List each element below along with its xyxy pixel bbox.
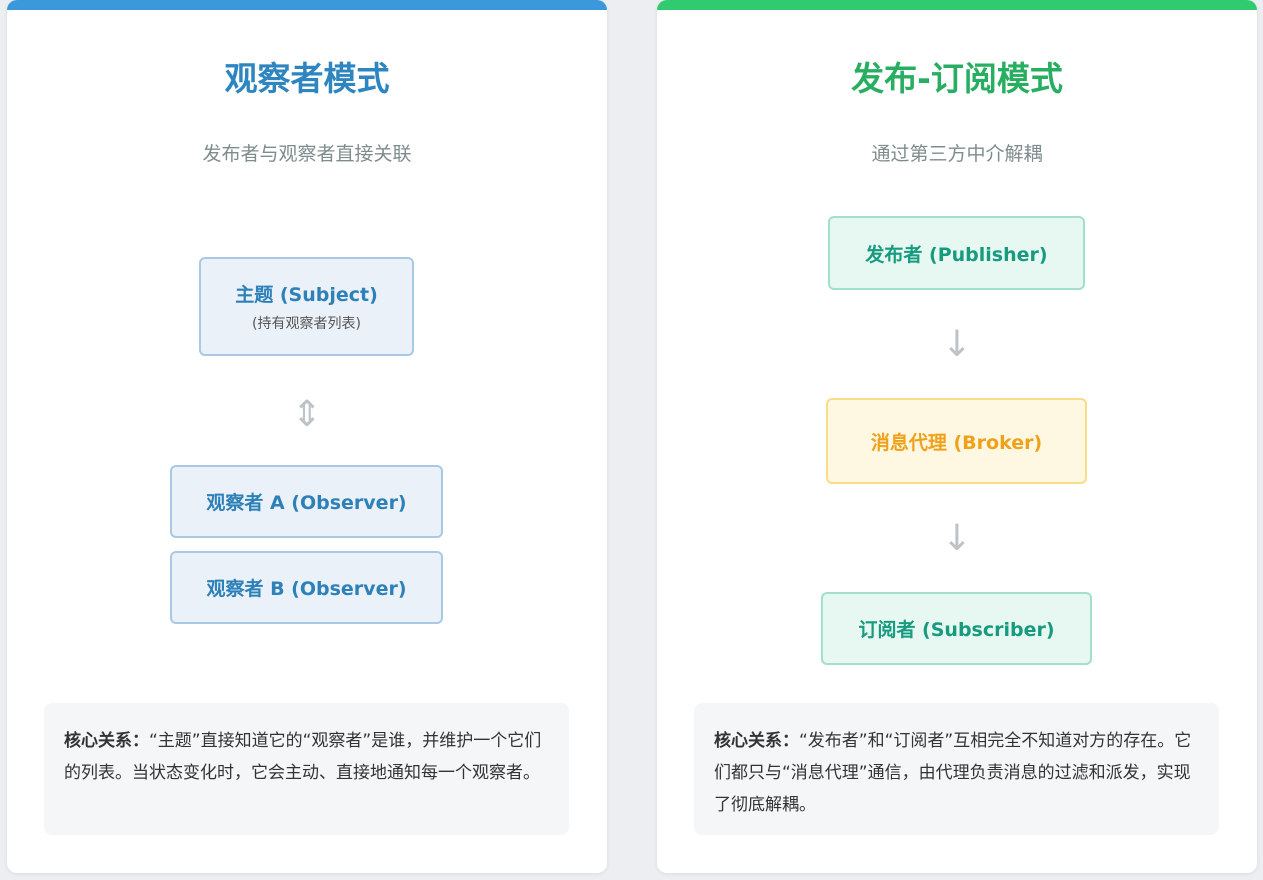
card-title: 发布-订阅模式 (851, 59, 1063, 98)
subject-box: 主题 (Subject) (持有观察者列表) (199, 257, 414, 356)
note-label: 核心关系： (714, 731, 799, 751)
note-label: 核心关系： (64, 731, 149, 751)
subscriber-box: 订阅者 (Subscriber) (821, 592, 1092, 665)
down-arrow-icon: ↓ (941, 518, 973, 559)
card-subtitle: 发布者与观察者直接关联 (202, 143, 412, 165)
core-relationship-note: 核心关系：“发布者”和“订阅者”互相完全不知道对方的存在。它们都只与“消息代理”… (694, 703, 1219, 835)
subscriber-label: 订阅者 (Subscriber) (858, 619, 1055, 641)
broker-label: 消息代理 (Broker) (870, 431, 1043, 454)
down-arrow-icon: ↓ (941, 324, 973, 365)
broker-box: 消息代理 (Broker) (826, 398, 1087, 484)
card-accent-bar (7, 0, 607, 10)
publisher-box: 发布者 (Publisher) (828, 216, 1085, 290)
subject-sublabel: (持有观察者列表) (252, 316, 361, 332)
observer-b-box: 观察者 B (Observer) (170, 551, 443, 624)
bidirectional-arrow-icon: ⇕ (291, 394, 323, 435)
card-title: 观察者模式 (224, 59, 390, 98)
subject-label: 主题 (Subject) (235, 284, 378, 306)
observer-a-box: 观察者 A (Observer) (170, 465, 443, 538)
observer-b-label: 观察者 B (Observer) (206, 578, 407, 600)
core-relationship-note: 核心关系：“主题”直接知道它的“观察者”是谁，并维护一个它们的列表。当状态变化时… (44, 703, 569, 835)
pubsub-pattern-card: 发布-订阅模式 通过第三方中介解耦 发布者 (Publisher) ↓ 消息代理… (657, 0, 1257, 873)
card-subtitle: 通过第三方中介解耦 (871, 143, 1043, 165)
observer-a-label: 观察者 A (Observer) (206, 492, 407, 514)
publisher-label: 发布者 (Publisher) (865, 243, 1048, 266)
observer-pattern-card: 观察者模式 发布者与观察者直接关联 主题 (Subject) (持有观察者列表)… (7, 0, 607, 873)
card-accent-bar (657, 0, 1257, 10)
